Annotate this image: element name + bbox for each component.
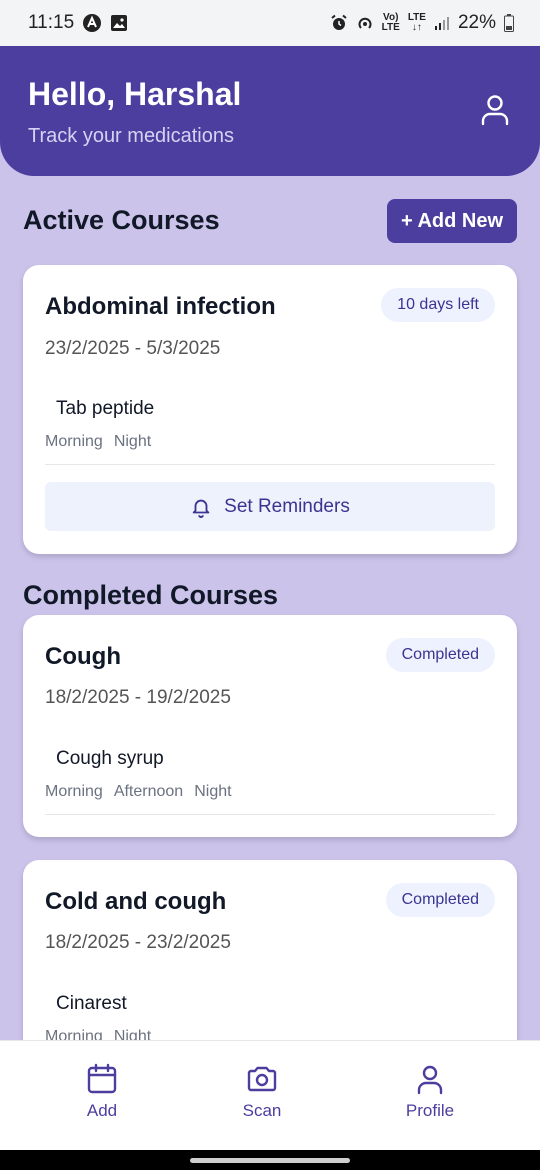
nav-profile[interactable]: Profile [380,1063,480,1121]
nav-scan[interactable]: Scan [212,1063,312,1121]
set-reminders-label: Set Reminders [224,495,350,517]
app-notification-icon [82,13,102,33]
course-dates: 18/2/2025 - 23/2/2025 [45,932,231,953]
completed-courses-heading: Completed Courses [23,580,279,610]
nav-profile-label: Profile [405,1101,455,1120]
medicine-name: Tab peptide [56,398,155,419]
lte-indicator: LTE ↓↑ [407,12,426,33]
dose-time: Morning [45,433,103,450]
course-name: Cough [45,643,121,670]
calendar-icon [87,1063,117,1094]
status-bar: 11:15 Vo) LTE LTE ↓↑ 22% [0,0,540,46]
user-icon [417,1065,443,1095]
active-course-card[interactable]: Abdominal infection 10 days left 23/2/20… [23,265,517,554]
divider [45,814,495,815]
course-dates: 18/2/2025 - 19/2/2025 [45,687,231,708]
dose-time: Afternoon [113,783,184,800]
course-name: Abdominal infection [45,293,276,320]
nav-add[interactable]: Add [52,1063,152,1121]
nav-add-label: Add [86,1101,118,1120]
divider [45,464,495,465]
app-header: Hello, Harshal Track your medications [0,46,540,176]
medicine-name: Cinarest [56,993,127,1014]
alarm-icon [330,14,348,32]
hotspot-icon [356,14,374,32]
dose-time: Night [194,783,232,800]
nav-scan-label: Scan [242,1101,282,1120]
dose-time: Morning [45,783,103,800]
dose-times: Morning Night [45,433,151,451]
add-new-button[interactable]: + Add New [387,199,517,243]
bottom-navigation: Add Scan Profile [0,1040,540,1150]
home-gesture-bar[interactable] [190,1158,350,1163]
medicine-name: Cough syrup [56,748,164,769]
profile-button[interactable] [480,94,510,126]
completed-badge: Completed [385,883,495,917]
days-left-badge: 10 days left [381,288,495,322]
dose-time: Night [113,433,152,450]
battery-icon [504,14,514,32]
gallery-notification-icon [110,14,128,32]
signal-icon [434,15,450,31]
user-icon [481,95,509,126]
active-courses-heading: Active Courses [23,205,220,235]
status-time: 11:15 [28,12,75,33]
camera-icon [247,1066,277,1092]
bell-icon [192,499,210,518]
set-reminders-button[interactable]: Set Reminders [45,482,495,531]
volte-indicator: Vo) LTE [381,12,400,33]
battery-percent: 22% [457,12,496,33]
course-dates: 23/2/2025 - 5/3/2025 [45,338,221,359]
greeting-title: Hello, Harshal [28,76,242,112]
dose-times: Morning Afternoon Night [45,783,232,801]
completed-badge: Completed [385,638,495,672]
completed-course-card[interactable]: Cough Completed 18/2/2025 - 19/2/2025 Co… [23,615,517,837]
header-subtitle: Track your medications [28,125,234,147]
course-name: Cold and cough [45,888,227,915]
